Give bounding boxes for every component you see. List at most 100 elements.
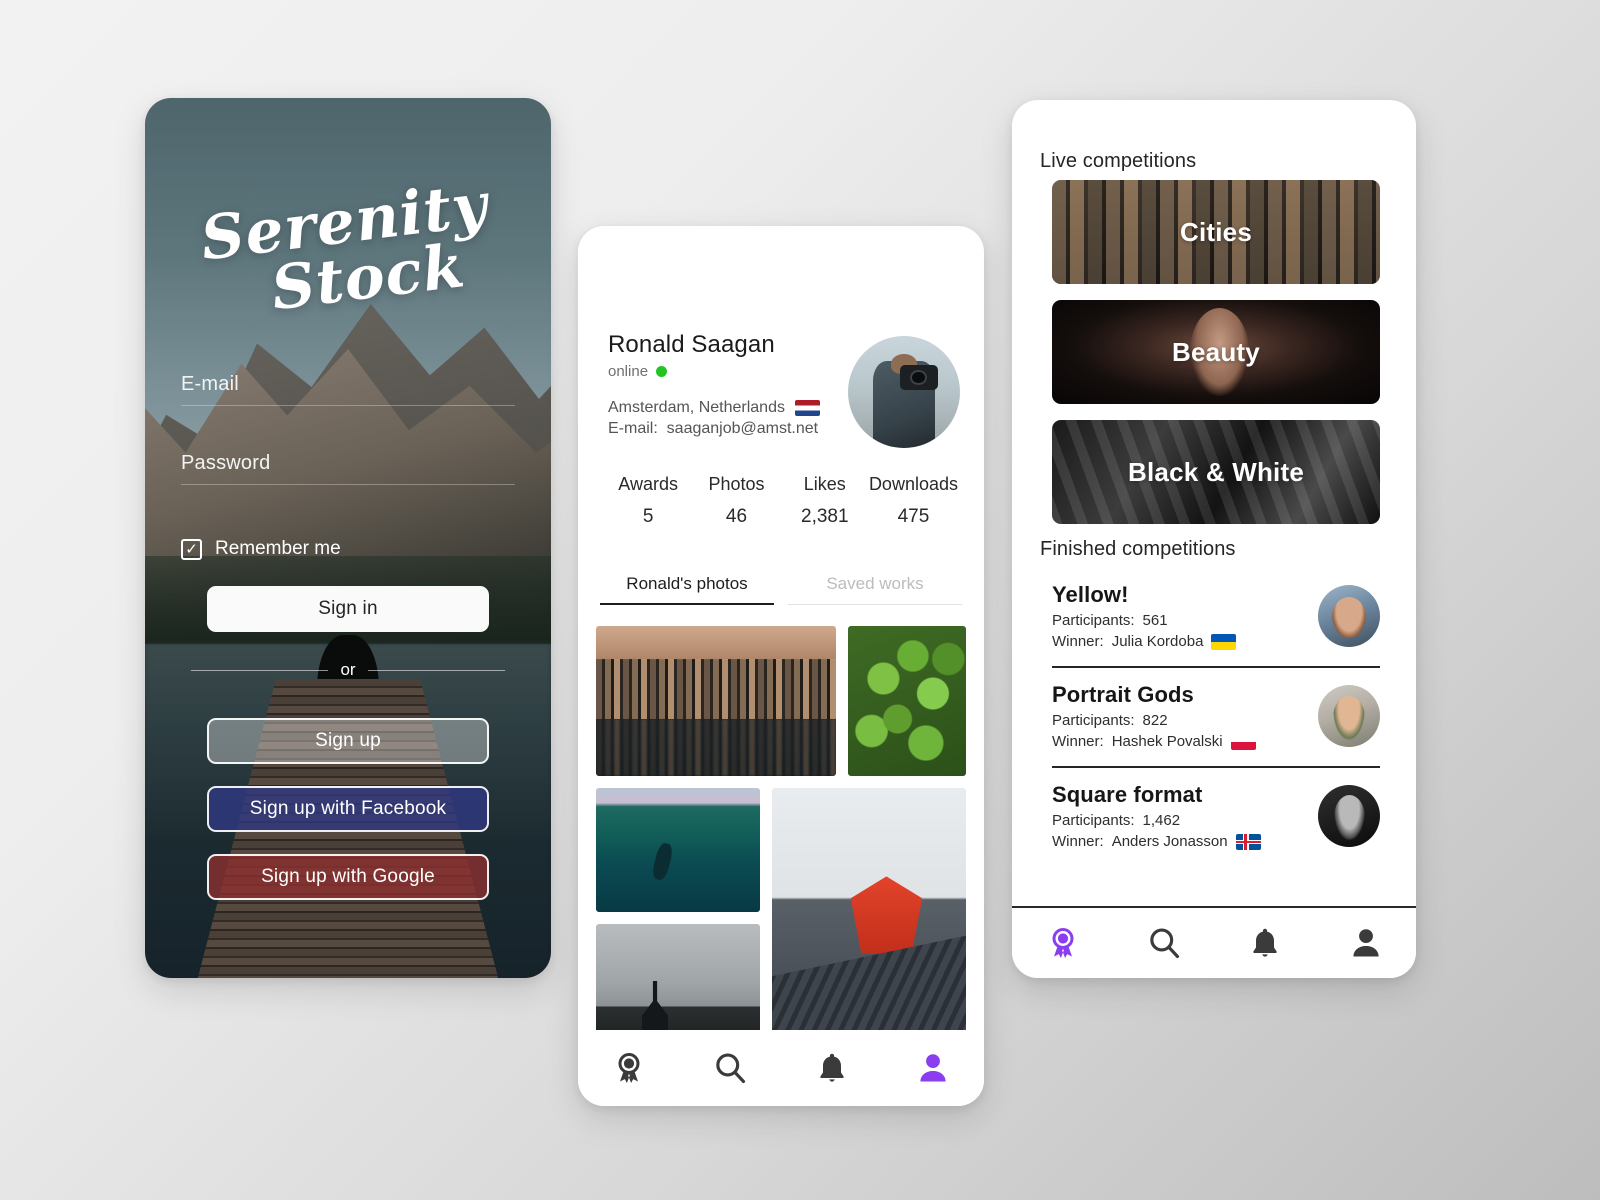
- competition-name: Portrait Gods: [1052, 682, 1194, 707]
- photo-amsterdam-canal-houses[interactable]: [596, 626, 836, 776]
- winner-name: Hashek Povalski: [1111, 733, 1223, 750]
- winner-avatar-anders[interactable]: [1318, 785, 1380, 847]
- profile-avatar[interactable]: [848, 336, 960, 448]
- stat-likes: Likes 2,381: [781, 474, 869, 528]
- nav-awards-icon[interactable]: [609, 1048, 649, 1088]
- participants-row: Participants: 822: [1052, 712, 1308, 729]
- profile-stats: Awards 5 Photos 46 Likes 2,381 Downloads…: [604, 474, 958, 528]
- winner-avatar-julia[interactable]: [1318, 585, 1380, 647]
- competition-card-beauty[interactable]: Beauty: [1052, 300, 1380, 404]
- email-prefix-label: E-mail:: [608, 420, 658, 437]
- nav-bell-icon[interactable]: [1245, 923, 1285, 963]
- login-screen: Serenity Stock E-mail Password ✓ Remembe…: [145, 98, 551, 978]
- remember-me-checkbox[interactable]: ✓: [181, 538, 202, 560]
- winner-row: Winner: Hashek Povalski: [1052, 733, 1308, 750]
- participants-value: 822: [1142, 712, 1168, 729]
- winner-label: Winner:: [1052, 633, 1104, 650]
- stat-downloads: Downloads 475: [869, 474, 958, 528]
- winner-label: Winner:: [1052, 733, 1104, 750]
- stat-awards: Awards 5: [604, 474, 692, 528]
- photo-grid-row: [596, 626, 966, 776]
- sign-in-button[interactable]: Sign in: [207, 586, 489, 632]
- email-value: saaganjob@amst.net: [666, 420, 819, 437]
- remember-me-label: Remember me: [215, 538, 341, 559]
- or-label: or: [340, 660, 356, 679]
- sign-up-facebook-button[interactable]: Sign up with Facebook: [207, 786, 489, 832]
- winner-row: Winner: Anders Jonasson: [1052, 833, 1308, 850]
- finished-competitions-list: Yellow! Participants: 561 Winner: Julia …: [1052, 568, 1380, 866]
- divider-line-left: [191, 669, 329, 671]
- stat-value: 2,381: [801, 506, 849, 527]
- competitions-screen: Live competitions Cities Beauty Black & …: [1012, 100, 1416, 978]
- email-input[interactable]: E-mail: [181, 373, 515, 406]
- ukraine-flag-icon: [1211, 633, 1237, 650]
- competition-label: Black & White: [1128, 456, 1304, 487]
- winner-label: Winner:: [1052, 833, 1104, 850]
- divider-line-right: [367, 669, 505, 671]
- nav-profile-icon[interactable]: [913, 1048, 953, 1088]
- tab-saved-works[interactable]: Saved works: [788, 574, 962, 605]
- netherlands-flag-icon: [794, 400, 820, 416]
- finished-item-portrait-gods[interactable]: Portrait Gods Participants: 822 Winner: …: [1052, 666, 1380, 766]
- live-competitions-list: Cities Beauty Black & White: [1052, 180, 1380, 540]
- finished-item-square-format[interactable]: Square format Participants: 1,462 Winner…: [1052, 766, 1380, 866]
- competition-card-cities[interactable]: Cities: [1052, 180, 1380, 284]
- nav-search-icon[interactable]: [1144, 923, 1184, 963]
- sign-up-google-button[interactable]: Sign up with Google: [207, 854, 489, 900]
- iceland-flag-icon: [1235, 833, 1261, 850]
- stat-label: Photos: [708, 474, 765, 494]
- stat-label: Awards: [618, 474, 678, 494]
- participants-value: 1,462: [1142, 812, 1181, 829]
- photo-red-pagoda-temple[interactable]: [772, 788, 966, 1048]
- stat-value: 5: [642, 506, 654, 527]
- profile-screen: Ronald Saagan online Amsterdam, Netherla…: [578, 226, 984, 1106]
- winner-name: Julia Kordoba: [1111, 633, 1204, 650]
- finished-competitions-title: Finished competitions: [1040, 538, 1236, 560]
- stat-photos: Photos 46: [692, 474, 780, 528]
- competition-label: Cities: [1179, 216, 1252, 247]
- app-logo: Serenity Stock: [145, 170, 551, 334]
- participants-label: Participants:: [1052, 812, 1135, 829]
- competitions-bottom-nav: [1012, 906, 1416, 978]
- nav-bell-icon[interactable]: [812, 1048, 852, 1088]
- tab-ronalds-photos[interactable]: Ronald's photos: [600, 574, 774, 605]
- remember-me-row[interactable]: ✓ Remember me: [181, 538, 341, 560]
- online-dot-icon: [656, 366, 668, 377]
- stat-value: 46: [725, 506, 748, 527]
- poland-flag-icon: [1230, 733, 1256, 750]
- winner-avatar-hashek[interactable]: [1318, 685, 1380, 747]
- participants-value: 561: [1142, 612, 1168, 629]
- photo-underwater-swimmer[interactable]: [596, 788, 760, 912]
- participants-row: Participants: 561: [1052, 612, 1308, 629]
- nav-search-icon[interactable]: [710, 1048, 750, 1088]
- finished-item-yellow[interactable]: Yellow! Participants: 561 Winner: Julia …: [1052, 568, 1380, 666]
- password-input[interactable]: Password: [181, 452, 515, 485]
- participants-label: Participants:: [1052, 612, 1135, 629]
- competition-card-black-and-white[interactable]: Black & White: [1052, 420, 1380, 524]
- or-divider: or: [191, 660, 505, 680]
- photo-grid-row: [596, 788, 966, 1048]
- competition-name: Square format: [1052, 782, 1203, 807]
- live-competitions-title: Live competitions: [1040, 150, 1197, 172]
- status-label: online: [608, 363, 649, 380]
- participants-row: Participants: 1,462: [1052, 812, 1308, 829]
- nav-awards-icon[interactable]: [1043, 923, 1083, 963]
- profile-tabs: Ronald's photos Saved works: [600, 574, 962, 605]
- photo-aerial-green-trees[interactable]: [848, 626, 966, 776]
- location-label: Amsterdam, Netherlands: [608, 399, 785, 416]
- finished-item-text: Square format Participants: 1,462 Winner…: [1052, 782, 1308, 850]
- competition-name: Yellow!: [1052, 582, 1129, 607]
- competition-label: Beauty: [1172, 336, 1260, 367]
- finished-item-text: Portrait Gods Participants: 822 Winner: …: [1052, 682, 1308, 750]
- participants-label: Participants:: [1052, 712, 1135, 729]
- winner-name: Anders Jonasson: [1111, 833, 1228, 850]
- nav-profile-icon[interactable]: [1346, 923, 1386, 963]
- winner-row: Winner: Julia Kordoba: [1052, 633, 1308, 650]
- avatar-camera: [899, 365, 938, 390]
- stat-label: Likes: [803, 474, 846, 494]
- stat-value: 475: [897, 506, 930, 527]
- profile-bottom-nav: [578, 1030, 984, 1106]
- finished-item-text: Yellow! Participants: 561 Winner: Julia …: [1052, 582, 1308, 650]
- photo-grid: [596, 626, 966, 1060]
- sign-up-button[interactable]: Sign up: [207, 718, 489, 764]
